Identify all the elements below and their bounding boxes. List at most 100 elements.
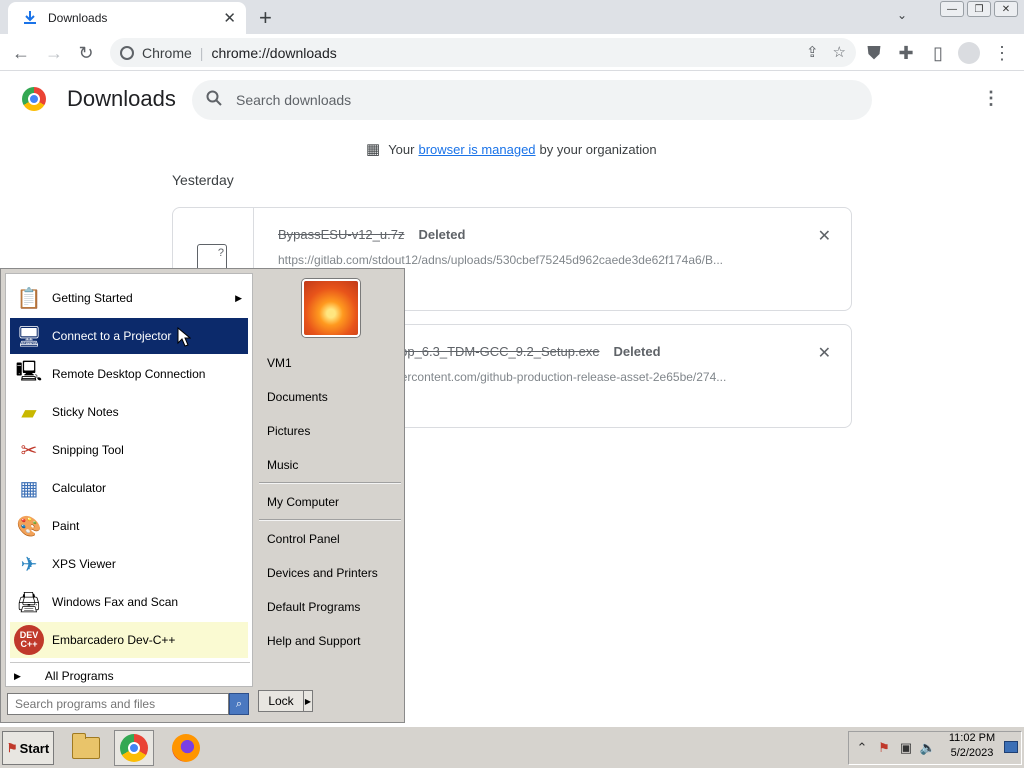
tab-close-icon[interactable]: ✕ bbox=[223, 9, 236, 27]
forward-icon[interactable]: → bbox=[42, 41, 66, 65]
start-menu-places: VM1 Documents Pictures Music My Computer… bbox=[255, 269, 405, 687]
site-info-icon[interactable] bbox=[120, 45, 134, 60]
taskbar-clock[interactable]: 11:02 PM 5/2/2023 bbox=[946, 731, 998, 761]
download-status: Deleted bbox=[418, 227, 466, 242]
firefox-icon bbox=[172, 734, 200, 762]
tab-strip: Downloads ✕ + ⌄ — ❐ ✕ bbox=[0, 0, 1024, 34]
clock-date: 5/2/2023 bbox=[950, 747, 994, 759]
calculator-icon: ▦ bbox=[19, 477, 39, 500]
search-input[interactable] bbox=[236, 92, 796, 108]
bookmark-star-icon[interactable]: ☆ bbox=[833, 43, 846, 61]
tab-downloads[interactable]: Downloads ✕ bbox=[8, 2, 246, 34]
new-tab-button[interactable]: + bbox=[259, 5, 272, 31]
remove-download-icon[interactable]: ✕ bbox=[818, 343, 831, 363]
reload-icon[interactable]: ↻ bbox=[74, 41, 98, 65]
start-item-xps-viewer[interactable]: ✈ XPS Viewer bbox=[10, 546, 248, 582]
taskbar-firefox[interactable] bbox=[166, 730, 206, 766]
start-place-music[interactable]: Music bbox=[267, 458, 298, 472]
remove-download-icon[interactable]: ✕ bbox=[818, 226, 831, 246]
all-programs-button[interactable]: ▶ All Programs bbox=[14, 669, 114, 683]
clock-time: 11:02 PM bbox=[948, 732, 996, 744]
start-item-devcpp[interactable]: DEV C++ Embarcadero Dev-C++ bbox=[10, 622, 248, 658]
windows-flag-icon: ⚑ bbox=[6, 741, 18, 755]
share-icon[interactable]: ⇪ bbox=[806, 43, 819, 61]
page-title: Downloads bbox=[67, 86, 176, 111]
date-section-heading: Yesterday bbox=[172, 172, 234, 188]
taskbar-chrome[interactable] bbox=[114, 730, 154, 766]
back-icon[interactable]: ← bbox=[9, 41, 33, 65]
start-place-control-panel[interactable]: Control Panel bbox=[267, 532, 340, 546]
folder-icon bbox=[72, 733, 100, 759]
snipping-tool-icon: ✂ bbox=[20, 439, 38, 462]
show-desktop-button[interactable] bbox=[1004, 741, 1018, 753]
managed-link[interactable]: browser is managed bbox=[418, 142, 535, 157]
taskbar-explorer[interactable] bbox=[66, 730, 106, 766]
start-item-calculator[interactable]: ▦ Calculator bbox=[10, 470, 248, 506]
chrome-logo-icon bbox=[22, 87, 46, 111]
close-window-button[interactable]: ✕ bbox=[994, 1, 1018, 17]
managed-prefix: Your bbox=[388, 141, 415, 157]
download-icon bbox=[22, 10, 38, 26]
shutdown-options-arrow-icon[interactable]: ▶ bbox=[303, 690, 313, 712]
network-icon[interactable]: ▣ bbox=[897, 740, 915, 756]
start-item-paint[interactable]: 🎨 Paint bbox=[10, 508, 248, 544]
start-item-remote-desktop[interactable]: 🖳 Remote Desktop Connection bbox=[10, 356, 248, 392]
downloads-search[interactable] bbox=[192, 80, 872, 120]
side-panel-icon[interactable]: ▯ bbox=[926, 41, 950, 65]
user-picture[interactable] bbox=[302, 279, 360, 337]
download-filename[interactable]: BypassESU-v12_u.7z Deleted bbox=[278, 227, 465, 242]
start-button[interactable]: ⚑ Start bbox=[2, 731, 54, 765]
building-icon: ▦ bbox=[366, 141, 381, 158]
managed-suffix: by your organization bbox=[539, 141, 657, 157]
start-item-connect-projector[interactable]: 🖥 Connect to a Projector bbox=[10, 318, 248, 354]
download-status: Deleted bbox=[613, 344, 661, 359]
sticky-notes-icon: ▰ bbox=[21, 401, 37, 424]
chrome-icon bbox=[120, 734, 148, 762]
minimize-button[interactable]: — bbox=[940, 1, 964, 17]
action-center-flag-icon[interactable]: ⚑ bbox=[875, 740, 893, 756]
start-item-snipping-tool[interactable]: ✂ Snipping Tool bbox=[10, 432, 248, 468]
chrome-menu-icon[interactable]: ⋮ bbox=[990, 41, 1014, 65]
mouse-cursor-icon bbox=[177, 326, 192, 352]
devcpp-icon: DEV C++ bbox=[14, 625, 44, 655]
start-place-devices[interactable]: Devices and Printers bbox=[267, 566, 378, 580]
volume-icon[interactable]: 🔈 bbox=[919, 740, 937, 756]
start-menu-programs: 📋 Getting Started ▶ 🖥 Connect to a Proje… bbox=[5, 273, 253, 687]
start-place-default-programs[interactable]: Default Programs bbox=[267, 600, 360, 614]
places-separator bbox=[259, 519, 401, 521]
start-place-documents[interactable]: Documents bbox=[267, 390, 328, 404]
projector-icon: 🖥 bbox=[16, 325, 42, 348]
omnibox-separator: | bbox=[199, 44, 204, 61]
remote-desktop-icon: 🖳 bbox=[15, 361, 43, 383]
all-programs-arrow-icon: ▶ bbox=[14, 670, 21, 681]
window-controls: — ❐ ✕ bbox=[940, 1, 1018, 17]
places-separator bbox=[259, 482, 401, 484]
start-place-user[interactable]: VM1 bbox=[267, 356, 292, 370]
managed-notice: ▦ Your browser is managed by your organi… bbox=[366, 140, 657, 158]
start-item-getting-started[interactable]: 📋 Getting Started ▶ bbox=[10, 280, 248, 316]
submenu-arrow-icon: ▶ bbox=[235, 292, 242, 303]
lock-button[interactable]: Lock bbox=[258, 690, 304, 712]
address-bar[interactable]: Chrome | chrome://downloads ⇪ ☆ bbox=[110, 38, 856, 67]
start-item-fax-scan[interactable]: 🖨 Windows Fax and Scan bbox=[10, 584, 248, 620]
more-actions-icon[interactable]: ⋮ bbox=[982, 88, 1000, 109]
start-place-help[interactable]: Help and Support bbox=[267, 634, 360, 648]
start-place-pictures[interactable]: Pictures bbox=[267, 424, 310, 438]
search-icon bbox=[206, 90, 222, 111]
start-place-computer[interactable]: My Computer bbox=[267, 495, 339, 509]
getting-started-icon: 📋 bbox=[16, 287, 42, 310]
start-search-input[interactable] bbox=[7, 693, 229, 715]
start-menu-separator bbox=[10, 662, 250, 663]
extensions-puzzle-icon[interactable]: ✚ bbox=[894, 41, 918, 65]
download-url[interactable]: https://gitlab.com/stdout12/adns/uploads… bbox=[278, 253, 798, 267]
shield-extension-icon[interactable]: ⛊ bbox=[862, 41, 886, 65]
restore-button[interactable]: ❐ bbox=[967, 1, 991, 17]
profile-avatar-icon[interactable] bbox=[957, 41, 981, 65]
xps-viewer-icon: ✈ bbox=[20, 553, 38, 576]
omnibox-url: chrome://downloads bbox=[211, 44, 337, 61]
start-menu: 📋 Getting Started ▶ 🖥 Connect to a Proje… bbox=[0, 268, 405, 723]
start-search-icon[interactable]: ⌕ bbox=[229, 693, 249, 715]
start-item-sticky-notes[interactable]: ▰ Sticky Notes bbox=[10, 394, 248, 430]
show-hidden-icons-icon[interactable]: ⌃ bbox=[853, 740, 871, 756]
tab-search-icon[interactable]: ⌄ bbox=[897, 8, 907, 22]
